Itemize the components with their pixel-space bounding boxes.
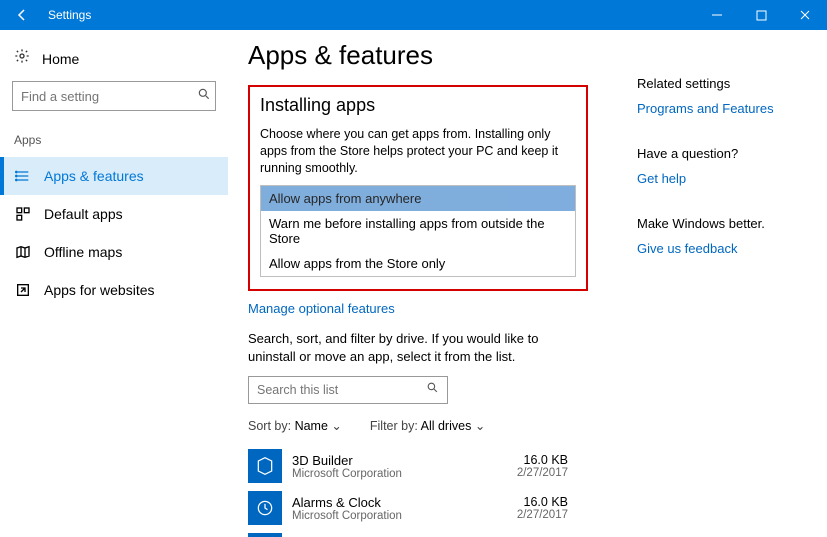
close-button[interactable] — [783, 0, 827, 30]
sort-value: Name — [295, 419, 328, 433]
search-icon — [426, 381, 439, 399]
sidebar-item-label: Offline maps — [44, 244, 122, 260]
filter-by-control[interactable]: Filter by: All drives ⌄ — [370, 418, 485, 433]
app-size: 16.0 KB — [517, 453, 568, 467]
app-icon — [248, 491, 282, 525]
dropdown-option[interactable]: Allow apps from anywhere — [261, 186, 575, 211]
minimize-button[interactable] — [695, 0, 739, 30]
app-icon — [248, 533, 282, 537]
manage-optional-features-link[interactable]: Manage optional features — [248, 301, 617, 316]
app-publisher: Microsoft Corporation — [292, 510, 517, 522]
page-title: Apps & features — [248, 40, 617, 71]
app-row[interactable]: Alarms & ClockMicrosoft Corporation 16.0… — [248, 487, 568, 529]
dropdown-option[interactable]: Allow apps from the Store only — [261, 251, 575, 276]
sidebar-item-label: Apps & features — [44, 168, 144, 184]
find-setting-search[interactable] — [12, 81, 216, 111]
app-date: 2/27/2017 — [517, 467, 568, 479]
find-setting-input[interactable] — [21, 89, 197, 104]
installing-apps-section: Installing apps Choose where you can get… — [248, 85, 588, 291]
link-icon — [14, 282, 32, 298]
have-question-title: Have a question? — [637, 146, 813, 161]
dropdown-option[interactable]: Warn me before installing apps from outs… — [261, 211, 575, 251]
sort-by-control[interactable]: Sort by: Name ⌄ — [248, 418, 342, 433]
get-help-link[interactable]: Get help — [637, 171, 686, 186]
sidebar-item-label: Apps for websites — [44, 282, 155, 298]
sidebar-item-apps-features[interactable]: Apps & features — [0, 157, 228, 195]
apps-list-search-input[interactable] — [257, 383, 426, 397]
home-button[interactable]: Home — [0, 44, 228, 81]
app-name: 3D Builder — [292, 453, 517, 468]
back-button[interactable] — [0, 0, 44, 30]
app-date: 2/27/2017 — [517, 509, 568, 521]
home-label: Home — [42, 51, 79, 67]
gear-icon — [14, 48, 30, 69]
installing-apps-title: Installing apps — [260, 95, 576, 116]
app-name: Alarms & Clock — [292, 495, 517, 510]
main-pane: Apps & features Installing apps Choose w… — [228, 30, 637, 537]
filter-label: Filter by: — [370, 419, 418, 433]
app-row[interactable]: App InstallerMicrosoft Corporation 16.0 … — [248, 529, 568, 537]
sidebar-item-default-apps[interactable]: Default apps — [0, 195, 228, 233]
make-better-title: Make Windows better. — [637, 216, 813, 231]
sidebar-item-offline-maps[interactable]: Offline maps — [0, 233, 228, 271]
maximize-button[interactable] — [739, 0, 783, 30]
right-column: Related settings Programs and Features H… — [637, 30, 827, 537]
map-icon — [14, 244, 32, 260]
window-title: Settings — [44, 8, 695, 22]
programs-features-link[interactable]: Programs and Features — [637, 101, 774, 116]
defaults-icon — [14, 206, 32, 222]
list-icon — [14, 168, 32, 184]
install-source-dropdown[interactable]: Allow apps from anywhere Warn me before … — [260, 185, 576, 277]
apps-list-search[interactable] — [248, 376, 448, 404]
titlebar: Settings — [0, 0, 827, 30]
search-icon — [197, 87, 211, 106]
app-publisher: Microsoft Corporation — [292, 468, 517, 480]
app-size: 16.0 KB — [517, 495, 568, 509]
apps-list: 3D BuilderMicrosoft Corporation 16.0 KB2… — [248, 445, 568, 537]
sort-label: Sort by: — [248, 419, 291, 433]
chevron-down-icon: ⌄ — [475, 419, 485, 433]
apps-list-help-text: Search, sort, and filter by drive. If yo… — [248, 330, 568, 366]
chevron-down-icon: ⌄ — [331, 419, 341, 433]
app-row[interactable]: 3D BuilderMicrosoft Corporation 16.0 KB2… — [248, 445, 568, 487]
filter-value: All drives — [421, 419, 472, 433]
sidebar-item-label: Default apps — [44, 206, 123, 222]
feedback-link[interactable]: Give us feedback — [637, 241, 737, 256]
related-settings-title: Related settings — [637, 76, 813, 91]
sidebar: Home Apps Apps & features Default apps O… — [0, 30, 228, 537]
app-icon — [248, 449, 282, 483]
installing-apps-desc: Choose where you can get apps from. Inst… — [260, 126, 576, 177]
sidebar-item-apps-websites[interactable]: Apps for websites — [0, 271, 228, 309]
sidebar-category: Apps — [0, 127, 228, 157]
